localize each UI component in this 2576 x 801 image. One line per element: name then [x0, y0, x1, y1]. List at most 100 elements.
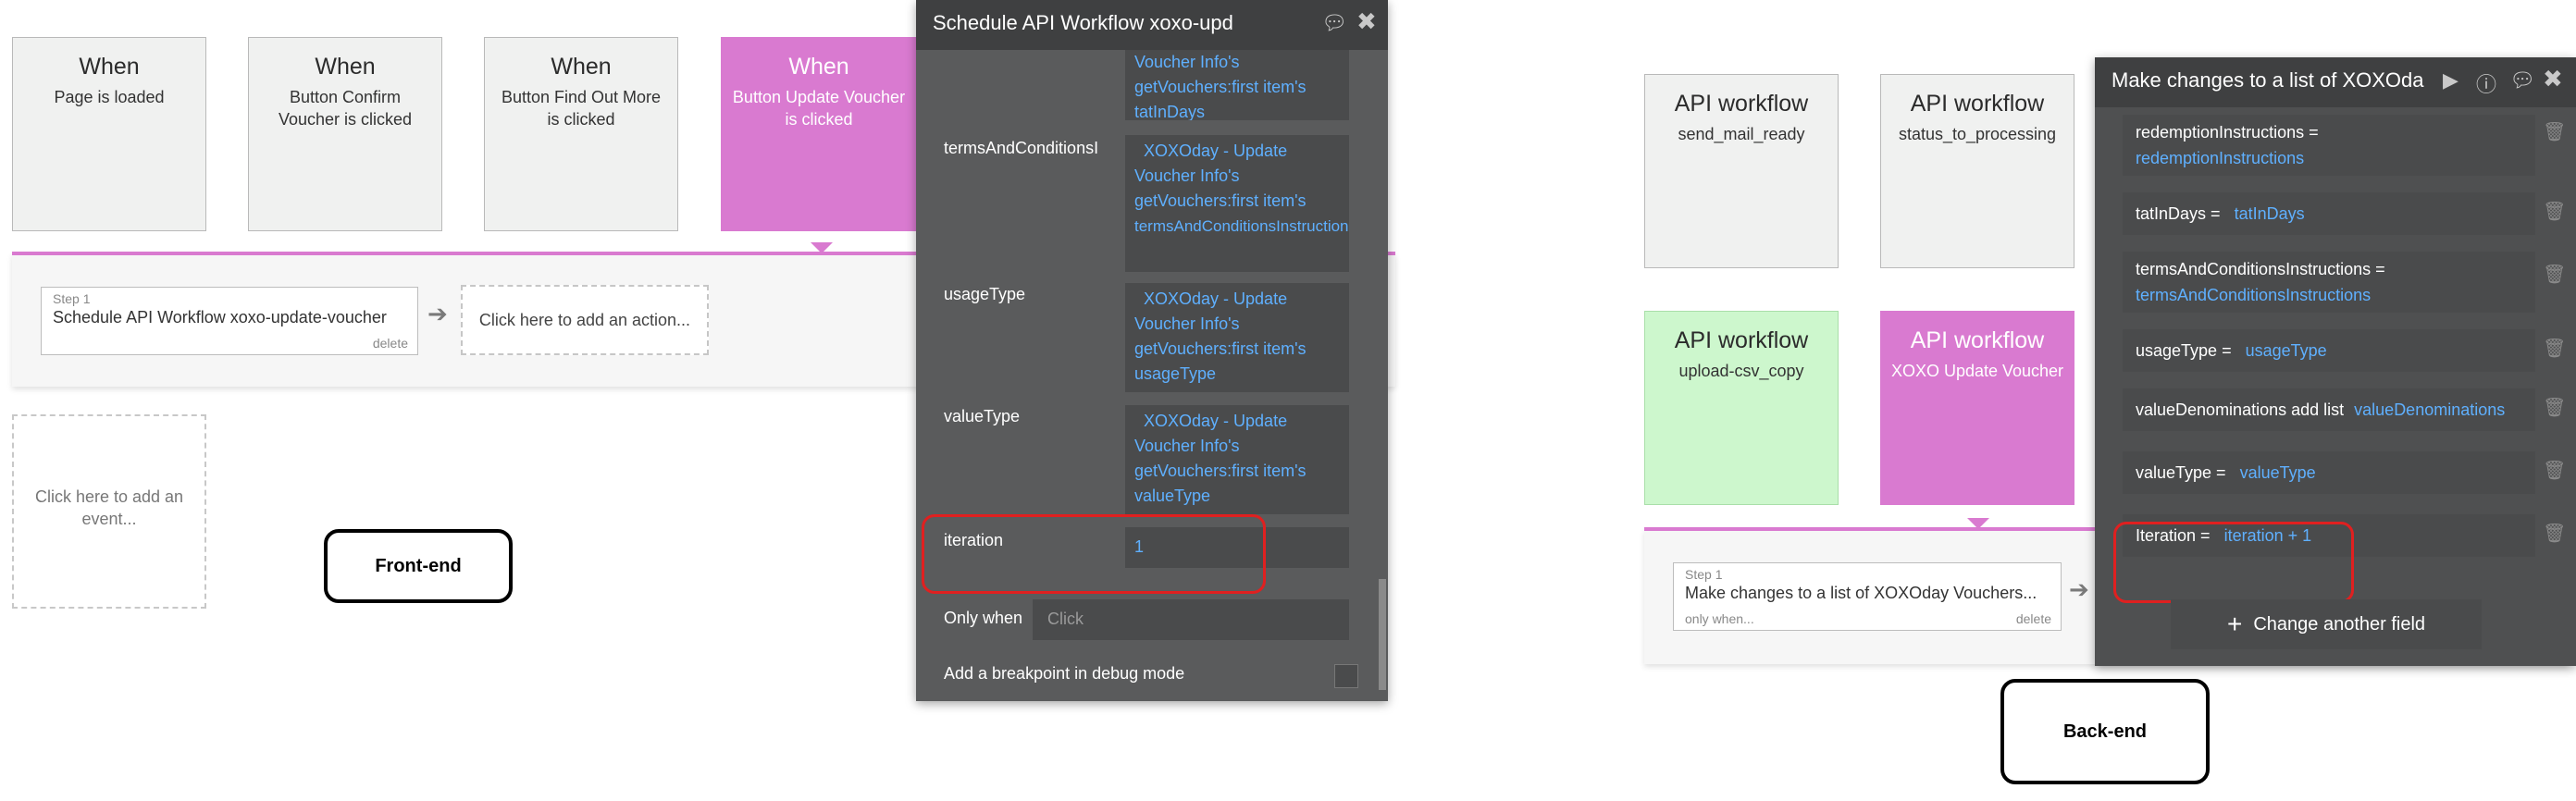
arrow-right-icon: ➔: [427, 300, 448, 327]
value-line: Voucher Info's: [1134, 314, 1240, 333]
frontend-tag: Front-end: [324, 529, 513, 603]
breakpoint-label: Add a breakpoint in debug mode: [944, 664, 1185, 683]
step-label: Step 1: [1685, 567, 1723, 582]
workflow-title: API workflow: [1910, 91, 2045, 117]
value-line: tatInDays: [1134, 103, 1206, 120]
selected-workflow-pointer: [1967, 518, 1989, 529]
field-name-usage-type: usageType: [944, 285, 1026, 303]
row-value[interactable]: tatInDays: [2235, 204, 2305, 223]
row-value[interactable]: valueType: [2240, 463, 2316, 482]
iteration-highlight: [922, 514, 1266, 594]
workflow-title: API workflow: [1674, 91, 1809, 117]
step-only-when[interactable]: only when...: [1685, 611, 1754, 626]
arrow-right-icon: ➔: [2069, 575, 2089, 603]
change-button-label: Change another field: [2253, 613, 2426, 635]
comment-icon[interactable]: 💬︎: [2509, 68, 2535, 92]
trash-icon[interactable]: 🗑︎: [2543, 263, 2566, 286]
add-action-button[interactable]: Click here to add an action...: [461, 285, 709, 355]
add-event-button[interactable]: Click here to add an event...: [12, 414, 206, 609]
value-line: XOXOday - Update: [1144, 412, 1288, 430]
row-value[interactable]: valueDenominations: [2354, 400, 2505, 419]
row-value[interactable]: termsAndConditionsInstructions: [2136, 281, 2522, 309]
change-row-value-type[interactable]: valueType = valueType: [2123, 451, 2535, 494]
value-line: getVouchers:first item's: [1134, 78, 1307, 96]
close-icon[interactable]: ✖: [2543, 65, 2563, 93]
event-title: When: [551, 54, 612, 80]
panel-title: Make changes to a list of XOXOda: [2112, 68, 2424, 92]
value-line: usageType: [1134, 364, 1217, 383]
change-another-field-button[interactable]: + Change another field: [2171, 599, 2482, 649]
info-icon[interactable]: ⓘ: [2476, 68, 2496, 98]
value-line: getVouchers:first item's: [1134, 191, 1307, 210]
breakpoint-checkbox[interactable]: [1334, 664, 1358, 688]
value-line: valueType: [1134, 487, 1211, 505]
panel-header: Make changes to a list of XOXOda ▶ ⓘ 💬︎ …: [2095, 57, 2576, 107]
change-row-redemption[interactable]: redemptionInstructions = redemptionInstr…: [2123, 115, 2535, 176]
change-row-terms[interactable]: termsAndConditionsInstructions = termsAn…: [2123, 252, 2535, 313]
row-key: tatInDays =: [2136, 204, 2221, 223]
trash-icon[interactable]: 🗑︎: [2543, 459, 2566, 482]
change-row-tat[interactable]: tatInDays = tatInDays: [2123, 192, 2535, 235]
event-subtitle: Button Confirm Voucher is clicked: [278, 88, 413, 129]
close-icon[interactable]: ✖: [1356, 7, 1377, 36]
trash-icon[interactable]: 🗑︎: [2543, 337, 2566, 360]
play-icon[interactable]: ▶: [2443, 68, 2458, 92]
event-page-loaded[interactable]: When Page is loaded: [12, 37, 206, 231]
make-changes-panel: Make changes to a list of XOXOda ▶ ⓘ 💬︎ …: [2095, 57, 2576, 666]
workflow-title: API workflow: [1674, 327, 1809, 353]
trash-icon[interactable]: 🗑︎: [2543, 120, 2566, 143]
field-name-terms: termsAndConditionsI: [944, 139, 1099, 157]
usage-type-value[interactable]: XOXOday - Update Voucher Info's getVouch…: [1125, 283, 1349, 392]
frontend-step-1[interactable]: Step 1 Schedule API Workflow xoxo-update…: [41, 287, 418, 355]
step-label: Step 1: [53, 291, 91, 306]
event-title: When: [79, 54, 140, 80]
trash-icon[interactable]: 🗑︎: [2543, 396, 2566, 419]
field-name-value-type: valueType: [944, 407, 1021, 425]
row-value[interactable]: redemptionInstructions: [2136, 144, 2522, 172]
step-action-text: Schedule API Workflow xoxo-update-vouche…: [53, 308, 387, 327]
workflow-send-mail-ready[interactable]: API workflow send_mail_ready: [1644, 74, 1839, 268]
workflow-upload-csv-copy[interactable]: API workflow upload-csv_copy: [1644, 311, 1839, 505]
workflow-status-to-processing[interactable]: API workflow status_to_processing: [1880, 74, 2074, 268]
backend-step-1[interactable]: Step 1 Make changes to a list of XOXOday…: [1673, 562, 2062, 631]
trash-icon[interactable]: 🗑︎: [2543, 522, 2566, 545]
trash-icon[interactable]: 🗑︎: [2543, 200, 2566, 223]
row-key: valueDenominations add list: [2136, 400, 2345, 419]
change-row-value-denominations[interactable]: valueDenominations add list valueDenomin…: [2123, 388, 2535, 431]
schedule-api-workflow-panel: Schedule API Workflow xoxo-upd 💬︎ ✖ Vouc…: [916, 0, 1388, 701]
workflow-xoxo-update-voucher[interactable]: API workflow XOXO Update Voucher: [1880, 311, 2074, 505]
tat-in-days-value[interactable]: Voucher Info's getVouchers:first item's …: [1125, 50, 1349, 120]
only-when-label: Only when: [944, 609, 1023, 627]
comment-icon[interactable]: 💬︎: [1321, 11, 1347, 35]
event-confirm-voucher[interactable]: When Button Confirm Voucher is clicked: [248, 37, 442, 231]
step-delete-link[interactable]: delete: [2016, 611, 2051, 626]
workflow-subtitle: XOXO Update Voucher: [1890, 362, 2064, 380]
event-subtitle: Button Find Out More is clicked: [501, 88, 662, 129]
panel-scrollbar[interactable]: [1379, 579, 1386, 690]
value-type-value[interactable]: XOXOday - Update Voucher Info's getVouch…: [1125, 405, 1349, 514]
event-update-voucher[interactable]: When Button Update Voucher is clicked: [721, 37, 917, 231]
selected-event-pointer: [811, 242, 833, 253]
value-line: getVouchers:first item's: [1134, 462, 1307, 480]
terms-value[interactable]: XOXOday - Update Voucher Info's getVouch…: [1125, 135, 1349, 272]
value-line: XOXOday - Update: [1144, 142, 1288, 160]
add-event-label: Click here to add an event...: [34, 487, 184, 528]
plus-icon: +: [2226, 610, 2243, 638]
workflow-subtitle: status_to_processing: [1898, 125, 2057, 143]
event-title: When: [788, 54, 849, 80]
iteration-highlight: [2113, 522, 2354, 603]
event-title: When: [315, 54, 376, 80]
row-value[interactable]: usageType: [2246, 341, 2327, 360]
event-find-out-more[interactable]: When Button Find Out More is clicked: [484, 37, 678, 231]
panel-header: Schedule API Workflow xoxo-upd 💬︎ ✖: [916, 0, 1388, 50]
value-line: termsAndConditionsInstructions: [1134, 217, 1349, 235]
panel-title: Schedule API Workflow xoxo-upd: [933, 11, 1233, 34]
change-row-usage-type[interactable]: usageType = usageType: [2123, 329, 2535, 372]
value-line: Voucher Info's: [1134, 437, 1240, 455]
step-delete-link[interactable]: delete: [373, 336, 408, 351]
value-line: Voucher Info's: [1134, 166, 1240, 185]
only-when-input[interactable]: Click: [1033, 599, 1349, 640]
workflow-title: API workflow: [1910, 327, 2045, 353]
value-line: getVouchers:first item's: [1134, 339, 1307, 358]
workflow-subtitle: send_mail_ready: [1678, 125, 1805, 143]
